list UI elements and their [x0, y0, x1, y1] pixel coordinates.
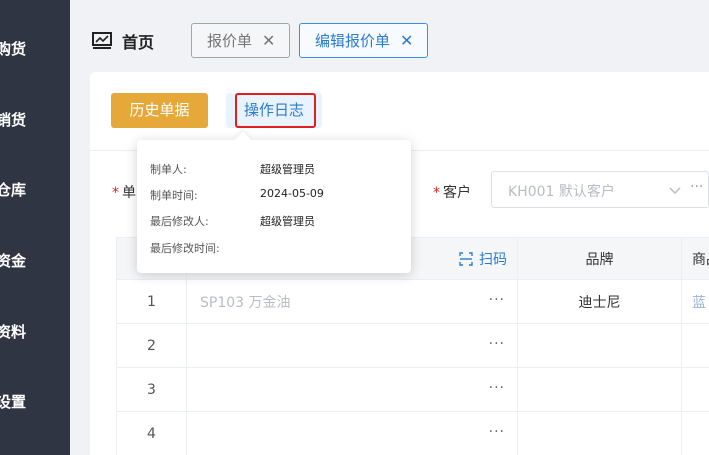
scan-icon	[459, 252, 473, 266]
more-cell	[681, 368, 709, 411]
product-cell[interactable]: SP103 万金油 ···	[186, 280, 517, 323]
tab-quotation[interactable]: 报价单 ✕	[191, 23, 291, 58]
customer-field-label: * 客户	[433, 185, 471, 201]
brand-cell	[517, 368, 681, 411]
more-cell	[681, 324, 709, 367]
customer-more-button[interactable]: ···	[690, 179, 703, 195]
tab-home-label: 首页	[122, 33, 155, 52]
product-cell[interactable]: ···	[186, 412, 517, 455]
sidebar-item-warehouse[interactable]: 仓库	[0, 175, 70, 205]
more-cell: 蓝	[681, 280, 709, 323]
more-cell	[681, 412, 709, 455]
row-index: 2	[116, 324, 186, 367]
product-more-button[interactable]: ···	[489, 380, 505, 396]
sidebar: 购货 销货 仓库 资金 资料 设置	[0, 0, 70, 455]
sidebar-item-purchase[interactable]: 购货	[0, 34, 70, 64]
table-row: 2 ···	[116, 324, 709, 368]
row-index: 4	[116, 412, 186, 455]
table-row: 3 ···	[116, 368, 709, 412]
tab-bar: 首页 报价单 ✕ 编辑报价单 ✕	[70, 10, 709, 68]
table-header-more: 商品	[681, 238, 709, 279]
tab-home[interactable]: 首页	[92, 30, 154, 52]
product-more-button[interactable]: ···	[489, 336, 505, 352]
tab-edit-quotation[interactable]: 编辑报价单 ✕	[299, 23, 429, 58]
product-more-button[interactable]: ···	[489, 292, 505, 308]
row-index: 1	[116, 280, 186, 323]
scan-label: 扫码	[479, 252, 507, 268]
brand-cell	[517, 412, 681, 455]
product-cell[interactable]: ···	[186, 324, 517, 367]
table-row: 1 SP103 万金油 ··· 迪士尼 蓝	[116, 280, 709, 324]
close-icon[interactable]: ✕	[400, 31, 413, 50]
sidebar-item-sales[interactable]: 销货	[0, 105, 70, 135]
row-index: 3	[116, 368, 186, 411]
chevron-down-icon	[669, 187, 681, 195]
dashboard-chart-icon	[92, 32, 112, 49]
brand-cell	[517, 324, 681, 367]
tab-quotation-label: 报价单	[207, 32, 253, 50]
sidebar-item-data[interactable]: 资料	[0, 317, 70, 347]
product-cell[interactable]: ···	[186, 368, 517, 411]
product-value: SP103 万金油	[200, 294, 291, 311]
table-row: 4 ···	[116, 412, 709, 455]
scan-button[interactable]: 扫码	[459, 249, 507, 269]
customer-select[interactable]: KH001 默认客户 ···	[491, 171, 709, 208]
table-header-brand: 品牌	[517, 238, 681, 279]
brand-cell: 迪士尼	[517, 280, 681, 323]
history-documents-button[interactable]: 历史单据	[111, 93, 208, 128]
close-icon[interactable]: ✕	[262, 31, 275, 50]
sidebar-item-funds[interactable]: 资金	[0, 246, 70, 276]
operation-log-popover: 制单人: 超级管理员 制单时间: 2024-05-09 最后修改人: 超级管理员…	[137, 131, 411, 273]
sidebar-item-settings[interactable]: 设置	[0, 387, 70, 417]
product-more-button[interactable]: ···	[489, 424, 505, 440]
customer-value: KH001 默认客户	[508, 184, 615, 200]
doc-field-label: * 单	[112, 185, 136, 201]
highlight-box	[235, 93, 316, 128]
tab-edit-quotation-label: 编辑报价单	[315, 32, 391, 50]
